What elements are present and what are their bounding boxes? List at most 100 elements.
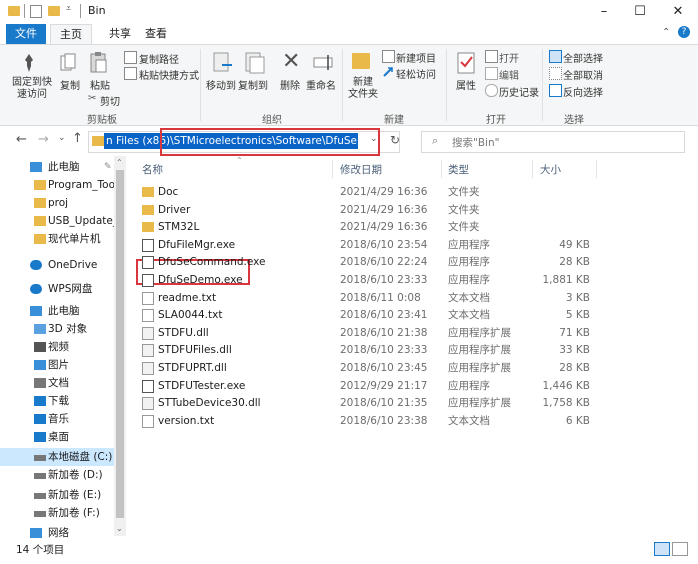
sort-ascending-icon: ⌃ [236, 156, 243, 165]
file-row[interactable]: version.txt 2018/6/10 23:38 文本文档 6 KB [140, 413, 600, 429]
nav-item[interactable]: 图片 [0, 356, 114, 374]
open-button[interactable]: 打开 [499, 50, 519, 65]
move-to-button[interactable]: 移动到 [206, 77, 236, 92]
tab-file[interactable]: 文件 [6, 24, 46, 44]
nav-item[interactable]: Program_Tools [0, 176, 114, 194]
new-item-button[interactable]: 新建项目 [396, 50, 436, 65]
rename-button[interactable]: 重命名 [306, 77, 336, 92]
nav-item[interactable]: USB_Update_Fi [0, 212, 114, 230]
cube-icon [34, 324, 46, 334]
nav-item[interactable]: 本地磁盘 (C:) [0, 448, 114, 466]
file-row[interactable]: DfuSeDemo.exe 2018/6/10 23:33 应用程序 1,881 KB [140, 272, 600, 288]
nav-item[interactable]: 现代单片机 [0, 230, 114, 248]
customize-quick-access-icon[interactable]: ⩡ [66, 4, 71, 14]
file-date: 2018/6/10 23:41 [340, 309, 428, 322]
nav-item[interactable]: 视频 [0, 338, 114, 356]
column-header-date[interactable]: 修改日期 [340, 162, 382, 177]
edit-button[interactable]: 编辑 [499, 67, 519, 82]
file-date: 2018/6/10 23:45 [340, 362, 428, 374]
collapse-ribbon-icon[interactable]: ⌃ [662, 27, 670, 38]
delete-button[interactable]: 删除 [280, 77, 300, 92]
nav-item[interactable]: 新加卷 (D:) [0, 466, 114, 484]
copy-button[interactable]: 复制 [60, 77, 80, 92]
select-all-button[interactable]: 全部选择 [563, 50, 603, 65]
file-row[interactable]: readme.txt 2018/6/11 0:08 文本文档 3 KB [140, 290, 600, 306]
properties-button[interactable]: 属性 [456, 77, 476, 92]
easy-access-button[interactable]: 轻松访问 [396, 66, 436, 81]
paste-shortcut-button[interactable]: 粘贴快捷方式 [139, 67, 199, 82]
column-header-size[interactable]: 大小 [540, 162, 561, 177]
column-separator[interactable] [532, 160, 533, 178]
new-folder-button[interactable]: 新建 文件夹 [348, 77, 378, 101]
file-row[interactable]: STDFU.dll 2018/6/10 21:38 应用程序扩展 71 KB [140, 325, 600, 341]
invert-selection-button[interactable]: 反向选择 [563, 84, 603, 99]
file-date: 2018/6/10 23:54 [340, 238, 428, 251]
nav-item[interactable]: 3D 对象 [0, 320, 114, 338]
nav-item-label: 桌面 [48, 431, 69, 443]
folder-file-icon [142, 222, 154, 233]
nav-item[interactable]: 下载 [0, 392, 114, 410]
tab-share[interactable]: 共享 [100, 24, 140, 44]
maximize-button[interactable]: ☐ [620, 0, 660, 24]
history-button[interactable]: 历史记录 [499, 84, 539, 99]
column-separator[interactable] [441, 160, 442, 178]
forward-button[interactable]: → [38, 132, 49, 147]
tab-view[interactable]: 查看 [136, 24, 176, 44]
path-highlight-box [160, 128, 380, 156]
nav-scrollbar-thumb[interactable] [116, 170, 124, 518]
scroll-up-icon[interactable]: ⌃ [116, 158, 123, 167]
large-icons-view-icon[interactable] [672, 542, 688, 556]
file-row[interactable]: DfuSeCommand.exe 2018/6/10 22:24 应用程序 28 KB [140, 254, 600, 270]
column-header-type[interactable]: 类型 [448, 162, 469, 177]
nav-item[interactable]: 新加卷 (E:) [0, 486, 114, 504]
nav-item[interactable]: 此电脑 [0, 158, 114, 176]
copy-path-button[interactable]: 复制路径 [139, 51, 179, 66]
nav-item[interactable]: 桌面 [0, 428, 114, 446]
nav-item[interactable]: WPS网盘 [0, 280, 114, 298]
nav-item[interactable]: 新加卷 (F:) [0, 504, 114, 522]
scroll-down-icon[interactable]: ⌄ [116, 524, 123, 533]
nav-item[interactable]: proj [0, 194, 114, 212]
exe-file-icon [142, 256, 154, 270]
cut-button[interactable]: 剪切 [100, 93, 120, 108]
nav-item[interactable]: 文档 [0, 374, 114, 392]
column-header-name[interactable]: 名称 [142, 162, 163, 177]
file-row[interactable]: DfuFileMgr.exe 2018/6/10 23:54 应用程序 49 KB [140, 237, 600, 253]
nav-item-label: 此电脑 [48, 305, 80, 317]
file-row[interactable]: SLA0044.txt 2018/6/10 23:41 文本文档 5 KB [140, 307, 600, 323]
file-row[interactable]: STDFUTester.exe 2012/9/29 21:17 应用程序 1,446 … [140, 378, 600, 394]
column-separator[interactable] [596, 160, 597, 178]
file-row[interactable]: STTubeDevice30.dll 2018/6/10 21:35 应用程序扩展 1… [140, 395, 600, 411]
properties-quick-icon[interactable] [30, 5, 42, 18]
details-view-icon[interactable] [654, 542, 670, 556]
column-separator[interactable] [332, 160, 333, 178]
paste-button[interactable]: 粘贴 [90, 77, 110, 92]
desktop-icon [34, 432, 46, 442]
file-row[interactable]: Driver 2021/4/29 16:36 文件夹 [140, 202, 600, 218]
search-input[interactable]: 搜索"Bin" [452, 135, 499, 150]
up-button[interactable]: ↑ [72, 131, 83, 146]
back-button[interactable]: ← [16, 132, 27, 147]
folder-icon [34, 234, 46, 244]
file-row[interactable]: Doc 2021/4/29 16:36 文件夹 [140, 184, 600, 200]
nav-item[interactable]: 音乐 [0, 410, 114, 428]
pin-to-quick-access-button[interactable]: 固定到快 速访问 [12, 77, 52, 101]
close-button[interactable]: ✕ [658, 0, 698, 24]
refresh-icon[interactable]: ↻ [390, 133, 400, 147]
file-row[interactable]: STDFUFiles.dll 2018/6/10 23:33 应用程序扩展 33 KB [140, 342, 600, 358]
file-type: 应用程序 [448, 238, 490, 251]
recent-locations-button[interactable]: ⌄ [58, 133, 66, 143]
select-none-button[interactable]: 全部取消 [563, 67, 603, 82]
file-row[interactable]: STM32L 2021/4/29 16:36 文件夹 [140, 219, 600, 235]
new-folder-quick-icon[interactable] [48, 6, 60, 16]
copy-to-button[interactable]: 复制到 [238, 77, 268, 92]
minimize-button[interactable]: – [584, 0, 624, 24]
file-name: readme.txt [158, 291, 217, 304]
nav-item[interactable]: OneDrive [0, 256, 114, 274]
file-row[interactable]: STDFUPRT.dll 2018/6/10 23:45 应用程序扩展 28 KB [140, 360, 600, 376]
help-icon[interactable]: ? [678, 26, 690, 38]
ribbon: 固定到快 速访问 复制 粘贴 复制路径 粘贴快捷方式 ✂ 剪切 剪贴板 移动到 … [0, 44, 698, 126]
download-icon [34, 396, 46, 406]
tab-home[interactable]: 主页 [50, 24, 92, 44]
nav-item[interactable]: 此电脑 [0, 302, 114, 320]
